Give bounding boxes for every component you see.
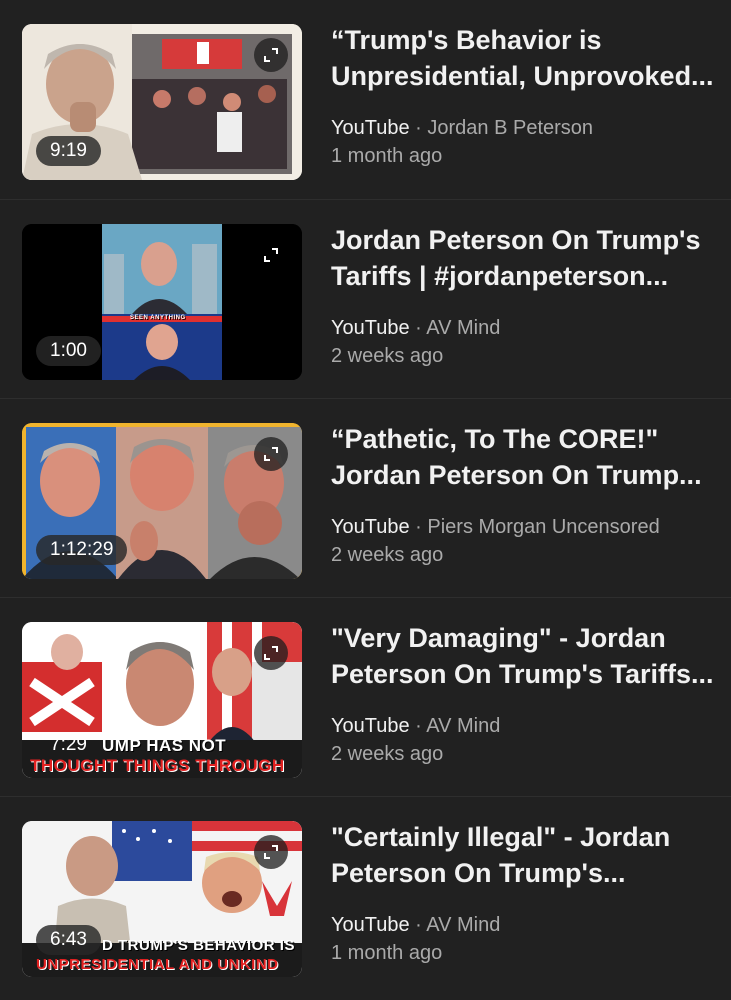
video-title-line: Jordan Peterson On Trump... <box>331 460 702 490</box>
video-title-line: Unpresidential, Unprovoked... <box>331 61 714 91</box>
video-meta: “Trump's Behavior is Unpresidential, Unp… <box>331 22 721 170</box>
video-title[interactable]: “Pathetic, To The CORE!" Jordan Peterson… <box>331 421 721 493</box>
platform-name: YouTube <box>331 516 410 538</box>
video-title[interactable]: “Trump's Behavior is Unpresidential, Unp… <box>331 22 721 94</box>
video-item[interactable]: 1:12:29 “Pathetic, To The CORE!" Jordan … <box>0 398 731 596</box>
video-title[interactable]: "Very Damaging" - Jordan Peterson On Tru… <box>331 620 721 692</box>
expand-icon[interactable] <box>254 38 288 72</box>
channel-name[interactable]: AV Mind <box>426 914 500 936</box>
video-source: YouTube · Piers Morgan Uncensored <box>331 513 721 541</box>
thumbnail-caption: SEEN ANYTHING <box>130 315 186 321</box>
video-age: 2 weeks ago <box>331 345 444 367</box>
video-title-line: Tariffs | #jordanpeterson... <box>331 261 669 291</box>
video-title-line: "Very Damaging" - Jordan <box>331 623 666 653</box>
platform-name: YouTube <box>331 914 410 936</box>
video-item[interactable]: D TRUMP'S BEHAVIOR IS UNPRESIDENTIAL AND… <box>0 796 731 994</box>
video-title-line: “Trump's Behavior is <box>331 25 602 55</box>
video-age: 1 month ago <box>331 145 443 167</box>
channel-name[interactable]: AV Mind <box>426 715 500 737</box>
expand-icon[interactable] <box>254 437 288 471</box>
video-results-list: 9:19 “Trump's Behavior is Unpresidential… <box>0 0 731 1000</box>
video-item[interactable]: 9:19 “Trump's Behavior is Unpresidential… <box>0 0 731 198</box>
thumbnail-caption: UMP HAS NOT <box>102 736 227 755</box>
expand-icon[interactable] <box>254 238 288 272</box>
video-thumbnail[interactable]: SEEN ANYTHING 1:00 <box>22 224 302 380</box>
video-duration: 6:43 <box>36 925 101 955</box>
video-title-line: Jordan Peterson On Trump's <box>331 225 701 255</box>
video-source: YouTube · AV Mind <box>331 712 721 740</box>
separator: · <box>409 715 427 737</box>
video-thumbnail[interactable]: 1:12:29 <box>22 423 302 579</box>
video-item[interactable]: UMP HAS NOT THOUGHT THINGS THROUGH 7:29 … <box>0 597 731 795</box>
video-title[interactable]: "Certainly Illegal" - Jordan Peterson On… <box>331 819 721 891</box>
thumbnail-caption: D TRUMP'S BEHAVIOR IS <box>102 937 295 954</box>
video-title-line: “Pathetic, To The CORE!" <box>331 424 659 454</box>
video-source: YouTube · AV Mind <box>331 314 721 342</box>
video-thumbnail[interactable]: D TRUMP'S BEHAVIOR IS UNPRESIDENTIAL AND… <box>22 821 302 977</box>
platform-name: YouTube <box>331 715 410 737</box>
video-meta: "Certainly Illegal" - Jordan Peterson On… <box>331 819 721 967</box>
expand-icon[interactable] <box>254 636 288 670</box>
video-title[interactable]: Jordan Peterson On Trump's Tariffs | #jo… <box>331 222 721 294</box>
expand-icon[interactable] <box>254 835 288 869</box>
video-age: 2 weeks ago <box>331 743 444 765</box>
video-duration: 1:12:29 <box>36 535 128 565</box>
platform-name: YouTube <box>331 117 410 139</box>
video-source: YouTube · AV Mind <box>331 911 721 939</box>
video-meta: "Very Damaging" - Jordan Peterson On Tru… <box>331 620 721 768</box>
platform-name: YouTube <box>331 317 410 339</box>
thumbnail-caption: UNPRESIDENTIAL AND UNKIND <box>36 956 279 973</box>
video-item[interactable]: SEEN ANYTHING 1:00 Jordan Peterson On Tr… <box>0 199 731 397</box>
video-age: 1 month ago <box>331 942 443 964</box>
video-title-line: Peterson On Trump's... <box>331 858 626 888</box>
video-duration: 7:29 <box>50 734 87 755</box>
separator: · <box>409 914 427 936</box>
video-source: YouTube · Jordan B Peterson <box>331 114 721 142</box>
video-thumbnail[interactable]: 9:19 <box>22 24 302 180</box>
video-title-line: "Certainly Illegal" - Jordan <box>331 822 671 852</box>
video-meta: Jordan Peterson On Trump's Tariffs | #jo… <box>331 222 721 370</box>
channel-name[interactable]: Jordan B Peterson <box>427 117 593 139</box>
video-duration: 1:00 <box>36 336 101 366</box>
video-age: 2 weeks ago <box>331 544 444 566</box>
video-duration: 9:19 <box>36 136 101 166</box>
separator: · <box>409 117 428 139</box>
video-thumbnail[interactable]: UMP HAS NOT THOUGHT THINGS THROUGH 7:29 <box>22 622 302 778</box>
video-title-line: Peterson On Trump's Tariffs... <box>331 659 714 689</box>
channel-name[interactable]: Piers Morgan Uncensored <box>427 516 659 538</box>
video-meta: “Pathetic, To The CORE!" Jordan Peterson… <box>331 421 721 569</box>
channel-name[interactable]: AV Mind <box>426 317 500 339</box>
separator: · <box>409 516 428 538</box>
separator: · <box>409 317 427 339</box>
